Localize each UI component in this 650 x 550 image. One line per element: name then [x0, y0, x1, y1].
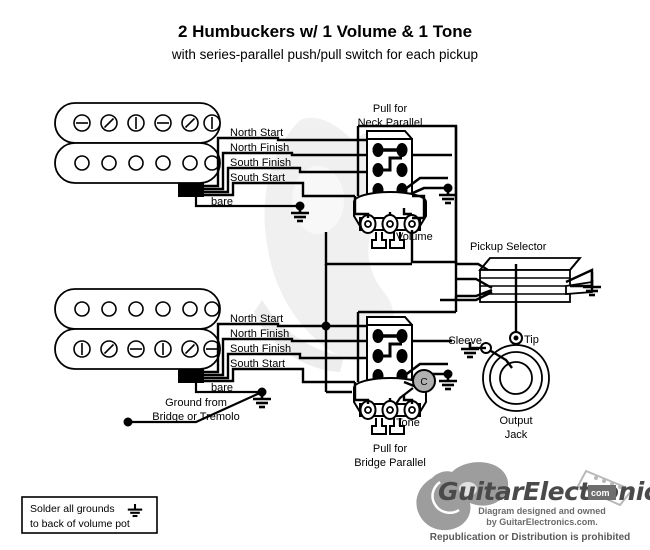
bridge-wire-label-south-finish: South Finish — [230, 343, 291, 355]
neck-wire-label-north-start: North Start — [230, 127, 283, 139]
jack-tip-label: Tip — [524, 334, 539, 346]
neck-wire-label-south-finish: South Finish — [230, 157, 291, 169]
tone-pull-label-line1: Pull for — [373, 443, 408, 455]
solder-note-line1: Solder all grounds — [30, 503, 115, 515]
brand-credit-line1: Diagram designed and owned — [478, 506, 606, 516]
tone-pot-label: Tone — [396, 417, 420, 429]
bridge-wire-label-bare: bare — [211, 382, 233, 394]
page-subtitle: with series-parallel push/pull switch fo… — [171, 47, 478, 62]
brand-logo-text: GuitarElectronics — [438, 477, 650, 506]
solder-note-line2: to back of volume pot — [30, 518, 130, 530]
jack-sleeve-label: Sleeve — [448, 335, 482, 347]
diagram-svg: 2 Humbuckers w/ 1 Volume & 1 Tone with s… — [21, 22, 650, 543]
bridge-ground-note-line2: Bridge or Tremolo — [152, 411, 239, 423]
volume-pot-label: Volume — [396, 231, 433, 243]
volume-pull-label-line2: Neck Parallel — [358, 117, 423, 129]
bridge-wire-label-north-start: North Start — [230, 313, 283, 325]
bridge-humbucker — [54, 288, 221, 383]
jack-name-line2: Jack — [505, 429, 528, 441]
bridge-wire-label-north-finish: North Finish — [230, 328, 289, 340]
pickup-selector-switch: Pickup Selector — [440, 126, 603, 312]
neck-wire-label-bare: bare — [211, 196, 233, 208]
volume-pull-label-line1: Pull for — [373, 103, 408, 115]
bridge-ground-note-line1: Ground from — [165, 397, 227, 409]
pickup-selector-label: Pickup Selector — [470, 241, 547, 253]
page-title: 2 Humbuckers w/ 1 Volume & 1 Tone — [178, 22, 472, 41]
bridge-wire-label-south-start: South Start — [230, 358, 285, 370]
brand-logo-suffix: com — [591, 488, 610, 498]
solder-note-box: Solder all grounds to back of volume pot — [21, 496, 158, 534]
neck-wire-label-south-start: South Start — [230, 172, 285, 184]
neck-wire-label-north-finish: North Finish — [230, 142, 289, 154]
tone-capacitor-label: C — [420, 377, 427, 388]
tone-pull-label-line2: Bridge Parallel — [354, 457, 426, 469]
wiring-diagram-canvas: 2 Humbuckers w/ 1 Volume & 1 Tone with s… — [0, 0, 650, 550]
brand-credit-line3: Republication or Distribution is prohibi… — [430, 532, 631, 543]
brand-logo: GuitarElectronics com Diagram designed a… — [416, 462, 650, 543]
brand-credit-line2: by GuitarElectronics.com. — [486, 517, 598, 527]
neck-humbucker — [54, 102, 221, 197]
jack-name-line1: Output — [499, 415, 532, 427]
